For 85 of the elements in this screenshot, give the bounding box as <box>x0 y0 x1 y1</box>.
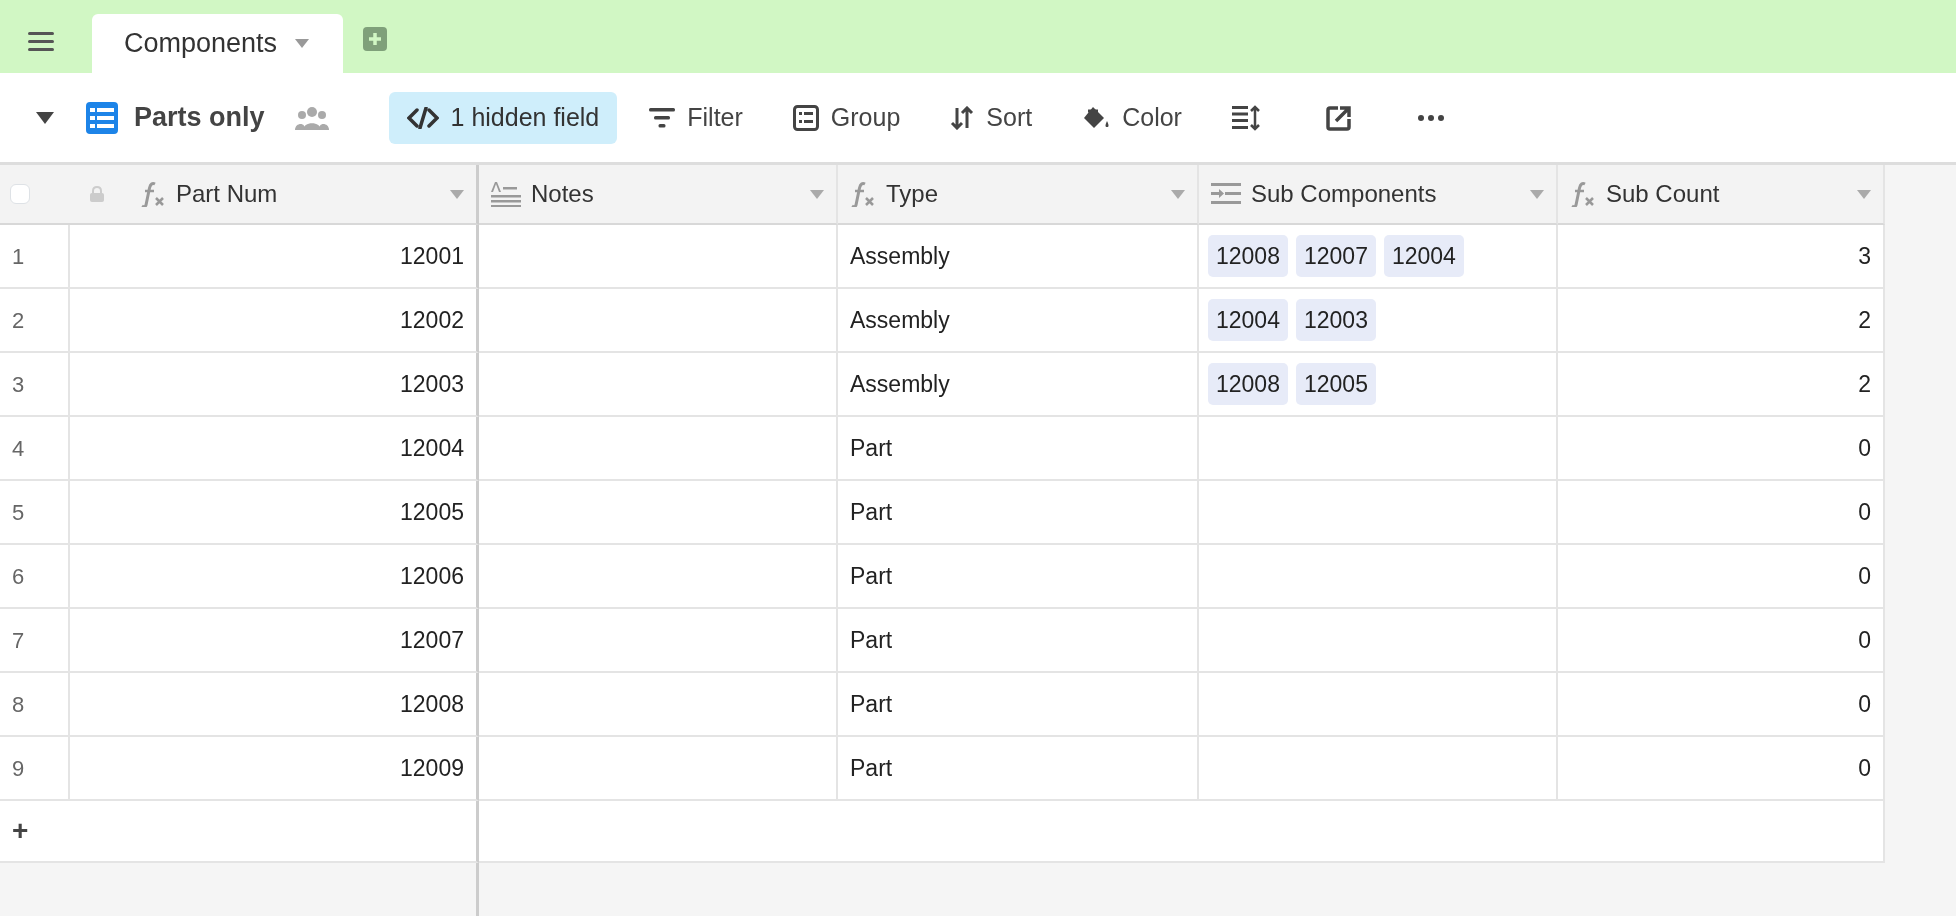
record-chip[interactable]: 12008 <box>1208 362 1288 406</box>
record-chip[interactable]: 12003 <box>1295 298 1376 342</box>
formula-icon <box>140 181 166 207</box>
table-cell: Assembly <box>838 225 1199 289</box>
formula-icon <box>1570 181 1596 207</box>
table-cell: Part <box>838 609 1199 673</box>
row-number: 6 <box>0 545 70 609</box>
menu-icon[interactable] <box>28 31 54 51</box>
column-title: Sub Count <box>1606 179 1721 209</box>
caret-icon[interactable] <box>36 111 54 124</box>
record-chip[interactable]: 12005 <box>1295 362 1376 406</box>
column-header[interactable]: Notes <box>479 165 838 225</box>
record-chip[interactable]: 12008 <box>1208 234 1288 278</box>
table-cell: 0 <box>1558 545 1885 609</box>
group-button[interactable]: Group <box>774 91 919 144</box>
table-cell: 2 <box>1558 353 1885 417</box>
table-cell: 3 <box>1558 225 1885 289</box>
row-number: 2 <box>0 289 70 353</box>
row-number: 7 <box>0 609 70 673</box>
column-title: Notes <box>531 179 595 209</box>
column-menu-icon <box>450 189 464 199</box>
table-cell: Part <box>838 673 1199 737</box>
row-number: 3 <box>0 353 70 417</box>
table-cell: 12002 <box>70 289 479 353</box>
filter-button[interactable]: Filter <box>631 91 761 144</box>
column-title: Type <box>886 179 940 209</box>
sort-button[interactable]: Sort <box>932 91 1051 144</box>
column-header[interactable]: Type <box>838 165 1199 225</box>
row-number: 4 <box>0 417 70 481</box>
table-cell: 12001 <box>70 225 479 289</box>
table-cell: Part <box>838 481 1199 545</box>
column-menu-icon <box>1171 189 1185 199</box>
sort-icon <box>950 105 975 130</box>
hidden-field-icon <box>406 106 439 129</box>
table-cell: Assembly <box>838 353 1199 417</box>
more-icon <box>1417 114 1444 121</box>
table-cell: Part <box>838 737 1199 801</box>
select-all-checkbox[interactable] <box>10 184 30 204</box>
table-cell: 12009 <box>70 737 479 801</box>
record-chip[interactable]: 12004 <box>1383 234 1464 278</box>
column-menu-icon <box>810 189 824 199</box>
table-cell: Assembly <box>838 289 1199 353</box>
paint-bucket-icon <box>1082 104 1111 131</box>
table-cell: 0 <box>1558 481 1885 545</box>
lock-icon <box>90 186 104 202</box>
row-number: 8 <box>0 673 70 737</box>
row-number: 9 <box>0 737 70 801</box>
column-menu-icon <box>1857 189 1871 199</box>
table-cell: 12003 <box>70 353 479 417</box>
group-icon <box>792 104 819 131</box>
table-cell: 0 <box>1558 673 1885 737</box>
table-cell: 0 <box>1558 417 1885 481</box>
long-text-icon <box>491 181 521 207</box>
row-height-icon <box>1231 104 1260 131</box>
table-cell: Part <box>838 545 1199 609</box>
caret-icon <box>295 39 310 48</box>
table-cell: 0 <box>1558 737 1885 801</box>
column-title: Sub Components <box>1251 179 1438 209</box>
column-menu-icon <box>1530 189 1544 199</box>
column-header[interactable]: Part Num <box>0 165 479 225</box>
row-number: 5 <box>0 481 70 545</box>
record-chip[interactable]: 12007 <box>1295 234 1376 278</box>
table-cell: 12004 <box>70 417 479 481</box>
grid-icon <box>86 101 118 134</box>
formula-icon <box>850 181 876 207</box>
table-cell: 12007 <box>70 609 479 673</box>
column-title: Part Num <box>176 179 279 209</box>
row-number: 1 <box>0 225 70 289</box>
table-cell: 12008 <box>70 673 479 737</box>
hidden-button[interactable]: 1 hidden field <box>388 91 618 144</box>
view-name[interactable]: Parts only <box>134 97 265 138</box>
column-header[interactable]: Sub Count <box>1558 165 1885 225</box>
table-cell: 0 <box>1558 609 1885 673</box>
table-tab[interactable]: Components <box>92 14 344 73</box>
color-button[interactable]: Color <box>1064 91 1200 144</box>
external-link-icon <box>1325 104 1352 131</box>
add-row-button[interactable]: + <box>0 801 479 863</box>
table-cell: Part <box>838 417 1199 481</box>
table-cell: 2 <box>1558 289 1885 353</box>
linked-records-icon <box>1211 183 1241 205</box>
record-chip[interactable]: 12004 <box>1208 298 1288 342</box>
filter-icon <box>649 107 676 128</box>
table-cell: 12005 <box>70 481 479 545</box>
table-cell: 12006 <box>70 545 479 609</box>
column-header[interactable]: Sub Components <box>1199 165 1558 225</box>
